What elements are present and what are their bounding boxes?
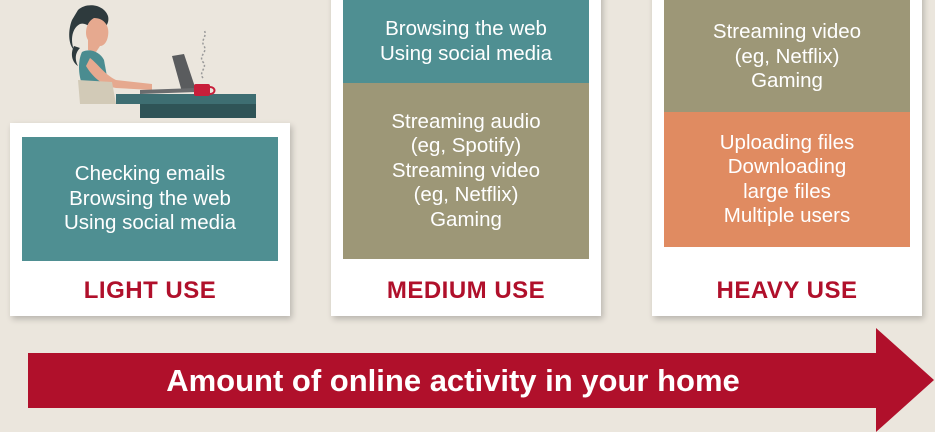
- heavy-activity-item: Streaming video: [712, 20, 862, 44]
- heavy-activity-item: Multiple users: [723, 204, 851, 227]
- medium-use-activities-common: Browsing the web Using social media: [343, 0, 589, 83]
- person-at-laptop-icon: [69, 5, 256, 118]
- light-use-card: Checking emails Browsing the web Using s…: [10, 123, 290, 316]
- heavy-use-activities-common: Streaming video (eg, Netflix) Gaming: [664, 0, 910, 112]
- medium-use-label: MEDIUM USE: [386, 277, 546, 304]
- heavy-activity-item: large files: [743, 179, 831, 203]
- light-use-label: LIGHT USE: [83, 277, 217, 304]
- heavy-activity-item: Downloading: [727, 155, 847, 178]
- medium-activity-item: Gaming: [430, 207, 502, 231]
- heavy-use-label: HEAVY USE: [716, 277, 858, 304]
- heavy-use-card: Streaming video (eg, Netflix) Gaming Upl…: [652, 0, 922, 316]
- medium-activity-item: Streaming audio: [391, 109, 541, 133]
- heavy-activity-item: (eg, Netflix): [734, 44, 840, 68]
- arrow-caption: Amount of online activity in your home: [166, 363, 740, 398]
- medium-activity-item: Streaming video: [391, 158, 541, 182]
- medium-activity-item: Browsing the web: [385, 17, 547, 40]
- medium-activity-item: (eg, Netflix): [413, 183, 519, 207]
- light-activity-item: Browsing the web: [69, 186, 231, 210]
- medium-use-card: Browsing the web Using social media Stre…: [331, 0, 601, 316]
- heavy-activity-item: Uploading files: [719, 130, 855, 154]
- heavy-use-activities-extra: Uploading files Downloading large files …: [664, 112, 910, 247]
- medium-activity-item: (eg, Spotify): [410, 134, 522, 158]
- light-activity-item: Using social media: [63, 211, 237, 235]
- medium-activity-item: Using social media: [379, 41, 553, 65]
- light-use-activities: Checking emails Browsing the web Using s…: [22, 137, 278, 261]
- medium-use-activities-extra: Streaming audio (eg, Spotify) Streaming …: [343, 83, 589, 259]
- heavy-activity-item: Gaming: [751, 69, 823, 93]
- light-activity-item: Checking emails: [74, 162, 226, 186]
